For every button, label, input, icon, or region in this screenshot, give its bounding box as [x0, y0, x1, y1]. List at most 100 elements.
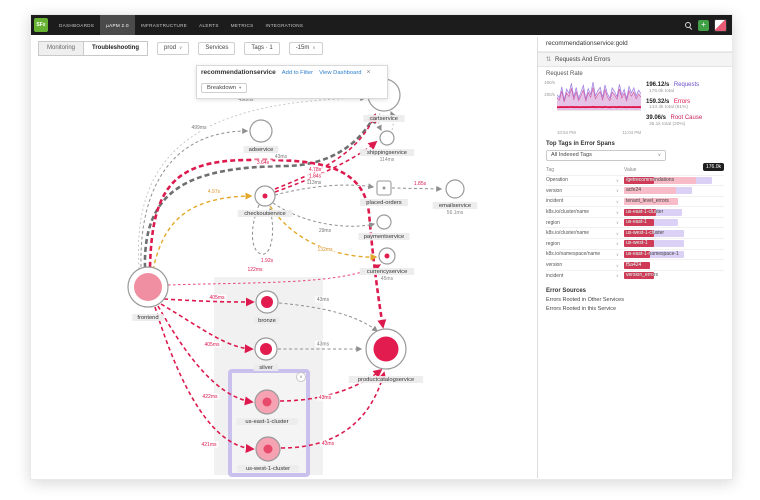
- map-node-shippingservice[interactable]: shippingservice114ms: [360, 131, 415, 163]
- map-node-currencyservice[interactable]: currencyservice45ms: [360, 248, 415, 282]
- card-title: recommendationservice: [201, 69, 276, 76]
- edge-latency-label: 122ms: [247, 267, 263, 273]
- environment-dropdown[interactable]: prod∨: [157, 42, 189, 55]
- node-label: bronze: [258, 318, 276, 324]
- tag-value: tenant_level_errors: [626, 198, 669, 205]
- map-edge: [168, 265, 380, 285]
- nav-item-alerts[interactable]: ALERTS: [193, 15, 225, 35]
- time-range-dropdown[interactable]: -15m∨: [289, 42, 323, 55]
- edge-latency-label: 29ms: [319, 228, 332, 234]
- edge-latency-label: 43ms: [317, 297, 330, 303]
- view-dashboard-link[interactable]: View Dashboard: [319, 70, 361, 76]
- nav-item-metrics[interactable]: METRICS: [225, 15, 260, 35]
- nav-item-dashboards[interactable]: DASHBOARDS: [53, 15, 100, 35]
- error-sources-heading: Error Sources: [546, 288, 724, 294]
- nav-item-integrations[interactable]: INTEGRATIONS: [260, 15, 310, 35]
- tag-row[interactable]: Operation∨/getrecommendations/getrecomme…: [546, 175, 724, 186]
- edge-latency-label: 43ms: [275, 154, 288, 160]
- tags-filter-button[interactable]: Tags · 1: [244, 42, 279, 55]
- services-filter-button[interactable]: Services: [198, 42, 235, 55]
- tag-value-cell: us-east-1-clusterus-east-1-cluster: [624, 209, 724, 216]
- node-label: adservice: [249, 147, 274, 153]
- node-label: paymentservice: [364, 234, 405, 240]
- chevron-down-icon[interactable]: ∨: [616, 220, 624, 225]
- tag-row[interactable]: version∨acfe24: [546, 185, 724, 196]
- tag-row[interactable]: version∨f5a424f5a424: [546, 259, 724, 270]
- close-icon[interactable]: ×: [367, 69, 371, 76]
- map-node-placed-orders[interactable]: placed-orders: [360, 181, 408, 206]
- tab-monitoring[interactable]: Monitoring: [38, 41, 84, 56]
- stat-errors: 159.32/s Errors 143.3k total (81%): [646, 96, 732, 111]
- map-node-adservice[interactable]: adservice: [244, 120, 279, 153]
- tag-value-cell: /getrecommendations/getrecommendations: [624, 177, 724, 184]
- request-rate-label: Request Rate: [546, 71, 724, 77]
- create-plus-button[interactable]: +: [698, 20, 709, 31]
- tag-name: k8s.io/cluster/name: [546, 209, 616, 215]
- map-edge: [392, 188, 441, 189]
- tags-table-header: Tag Value 176.0k: [546, 166, 724, 175]
- errors-rooted-this-service[interactable]: Errors Rooted in this Service: [546, 306, 724, 312]
- edge-latency-label: 1.92s: [261, 258, 274, 264]
- chevron-down-icon[interactable]: ∨: [616, 199, 624, 204]
- chevron-down-icon[interactable]: ∨: [616, 188, 624, 193]
- map-node-emailservice[interactable]: emailservice56.1ms: [433, 180, 478, 216]
- tag-row[interactable]: k8s.io/namespace/name∨us-east-1-namespac…: [546, 249, 724, 260]
- tag-row[interactable]: region∨us-east-1us-east-1: [546, 217, 724, 228]
- tag-name: version: [546, 262, 616, 268]
- chevron-down-icon[interactable]: ∨: [616, 241, 624, 246]
- errors-rooted-other-services[interactable]: Errors Rooted in Other Services: [546, 297, 724, 303]
- tag-value-cell: us-west-1-clusterus-west-1-cluster: [624, 230, 724, 237]
- close-cluster-button[interactable]: ×: [297, 373, 306, 382]
- chevron-down-icon[interactable]: ∨: [616, 210, 624, 215]
- request-rate-chart[interactable]: [557, 79, 641, 111]
- add-to-filter-link[interactable]: Add to Filter: [282, 70, 313, 76]
- service-map: 496ms499ms3.64s43ms4.97s4.78s1.84s113ms1…: [31, 61, 537, 477]
- top-tags-heading: Top Tags in Error Spans: [546, 141, 724, 147]
- breakdown-dropdown[interactable]: Breakdown▾: [201, 83, 247, 93]
- map-node-silver[interactable]: silver: [254, 338, 279, 371]
- node-latency-label: 114ms: [380, 157, 395, 163]
- map-node-checkoutservice[interactable]: checkoutservice: [238, 186, 293, 217]
- map-node-productcatalogservice[interactable]: productcatalogservice: [349, 329, 423, 383]
- tag-name: region: [546, 241, 616, 247]
- details-sidebar: recommendationservice:gold ⇅ Requests An…: [537, 37, 732, 478]
- node-label: placed-orders: [366, 200, 402, 206]
- chevron-down-icon[interactable]: ∨: [616, 252, 624, 257]
- edge-latency-label: 405ms: [204, 342, 220, 348]
- tag-row[interactable]: k8s.io/cluster/name∨us-west-1-clusterus-…: [546, 227, 724, 238]
- tag-value-cell: f5a424f5a424: [624, 262, 724, 269]
- tag-name: Operation: [546, 177, 616, 183]
- chevron-down-icon: ∨: [179, 42, 182, 54]
- chevron-down-icon[interactable]: ∨: [616, 231, 624, 236]
- tag-row[interactable]: k8s.io/cluster/name∨us-east-1-clusterus-…: [546, 206, 724, 217]
- chevron-down-icon[interactable]: ∨: [616, 263, 624, 268]
- tag-value-cell: tenant_level_errors: [624, 198, 724, 205]
- requests-errors-section-header[interactable]: ⇅ Requests And Errors: [538, 52, 732, 67]
- chevron-down-icon[interactable]: ∨: [616, 273, 624, 278]
- tab-troubleshooting[interactable]: Troubleshooting: [84, 41, 148, 56]
- count-badge: 176.0k: [703, 163, 724, 171]
- tag-row[interactable]: incident∨tenant_level_errors: [546, 196, 724, 207]
- chevron-down-icon: ∨: [658, 152, 661, 158]
- node-label: checkoutservice: [244, 211, 286, 217]
- chevron-down-icon[interactable]: ∨: [616, 178, 624, 183]
- user-avatar[interactable]: [714, 19, 727, 32]
- indexed-tags-dropdown[interactable]: All Indexed Tags ∨: [546, 150, 666, 161]
- nav-item-apm[interactable]: µAPM 2.0: [100, 15, 135, 35]
- map-node-bronze[interactable]: bronze: [255, 291, 280, 324]
- signalfx-logo[interactable]: SFx: [34, 18, 48, 32]
- node-latency-label: 56.1ms: [447, 210, 464, 216]
- edge-latency-label: 113ms: [307, 180, 322, 186]
- section-label: Requests And Errors: [555, 57, 610, 63]
- tag-row[interactable]: incident∨version_errorsversion_errors: [546, 270, 724, 281]
- map-node-paymentservice[interactable]: paymentservice: [358, 215, 409, 240]
- node-label: us-east-1-cluster: [245, 419, 288, 425]
- tag-value-cell: acfe24: [624, 187, 724, 194]
- node-label: currencyservice: [367, 269, 408, 275]
- tag-row[interactable]: region∨us-west-1us-west-1: [546, 238, 724, 249]
- node-label: shippingservice: [367, 150, 407, 156]
- edge-latency-label: 405ms: [209, 295, 225, 301]
- nav-item-infrastructure[interactable]: INFRASTRUCTURE: [135, 15, 193, 35]
- search-icon[interactable]: [684, 21, 693, 30]
- tag-name: k8s.io/cluster/name: [546, 230, 616, 236]
